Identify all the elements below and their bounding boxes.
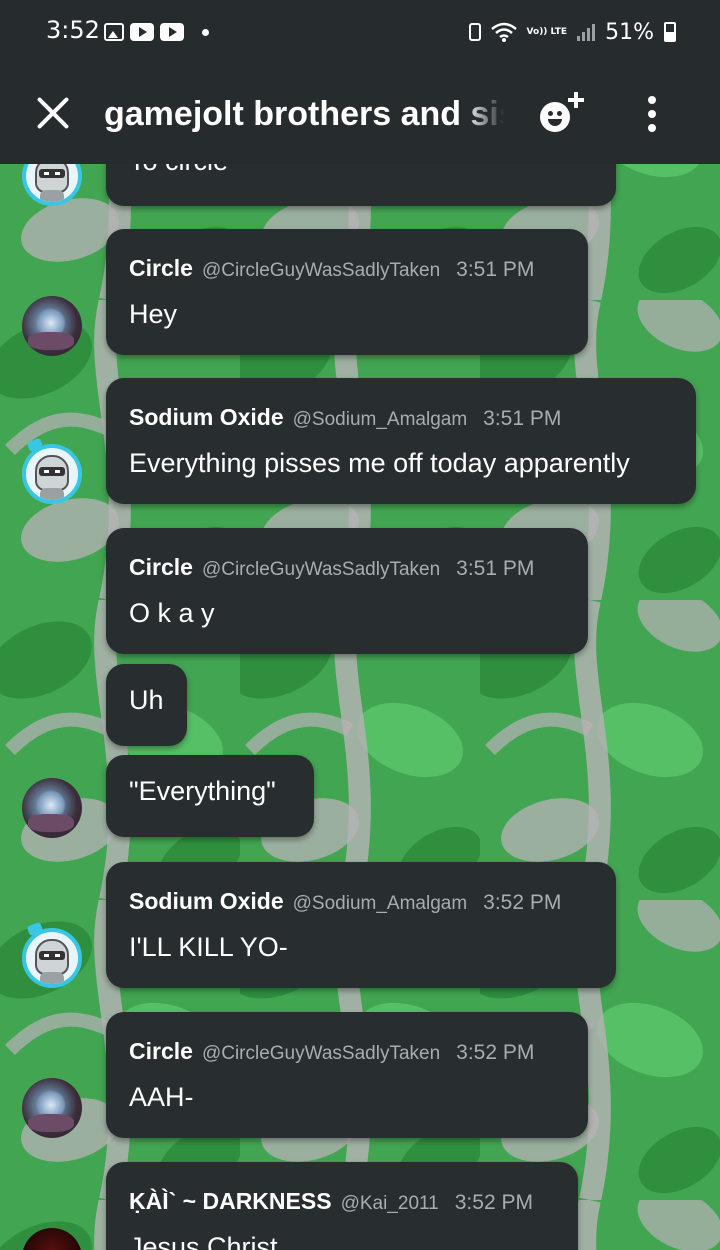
add-friend-icon[interactable] bbox=[538, 90, 586, 136]
youtube-icon bbox=[130, 23, 154, 41]
more-notifications-icon bbox=[202, 28, 209, 36]
close-icon[interactable] bbox=[34, 94, 72, 132]
message-text: Hey bbox=[129, 299, 178, 329]
message-text: "Everything" bbox=[129, 776, 276, 806]
signal-icon bbox=[577, 23, 596, 41]
message-header: Sodium Oxide @Sodium_Amalgam 3:51 PM bbox=[129, 404, 561, 431]
more-vertical-icon[interactable] bbox=[642, 94, 662, 134]
message-time: 3:51 PM bbox=[456, 557, 535, 580]
message-text: O k a y bbox=[129, 598, 215, 628]
circle-avatar[interactable] bbox=[22, 1078, 82, 1138]
author-handle[interactable]: @Sodium_Amalgam bbox=[293, 893, 468, 915]
top-app-bar: gamejolt brothers and sisters bbox=[0, 62, 720, 164]
circle-avatar[interactable] bbox=[22, 778, 82, 838]
message-bubble[interactable]: Circle @CircleGuyWasSadlyTaken 3:51 PM H… bbox=[106, 229, 588, 355]
message-header: Circle @CircleGuyWasSadlyTaken 3:52 PM bbox=[129, 1038, 534, 1065]
circle-avatar[interactable] bbox=[22, 296, 82, 356]
message-header: Circle @CircleGuyWasSadlyTaken 3:51 PM bbox=[129, 255, 534, 282]
message-bubble[interactable]: Uh bbox=[106, 664, 187, 746]
chat-title: gamejolt brothers and sisters bbox=[104, 95, 504, 133]
author-handle[interactable]: @CircleGuyWasSadlyTaken bbox=[202, 1043, 440, 1065]
message-bubble[interactable]: Circle @CircleGuyWasSadlyTaken 3:51 PM O… bbox=[106, 528, 588, 654]
message-header: Circle @CircleGuyWasSadlyTaken 3:51 PM bbox=[129, 554, 534, 581]
message-text: Jesus Christ bbox=[129, 1232, 278, 1250]
author-handle[interactable]: @CircleGuyWasSadlyTaken bbox=[202, 260, 440, 282]
message-bubble[interactable]: Circle @CircleGuyWasSadlyTaken 3:52 PM A… bbox=[106, 1012, 588, 1138]
message-text: I'LL KILL YO- bbox=[129, 932, 288, 962]
message-text: AAH- bbox=[129, 1082, 194, 1112]
battery-percent: 51% bbox=[605, 19, 654, 45]
message-text: Everything pisses me off today apparentl… bbox=[129, 448, 630, 478]
message-text: Uh bbox=[129, 685, 164, 715]
chat-title-container[interactable]: gamejolt brothers and sisters bbox=[104, 90, 504, 140]
author-name[interactable]: Sodium Oxide bbox=[129, 404, 284, 431]
message-bubble[interactable]: ḲÀÌ` ~ DARKNESS @Kai_2011 3:52 PM Jesus … bbox=[106, 1162, 578, 1250]
message-time: 3:52 PM bbox=[454, 1191, 533, 1214]
status-bar: 3:52 Vo)) LTE 51% bbox=[0, 0, 720, 62]
message-time: 3:52 PM bbox=[456, 1041, 535, 1064]
battery-icon bbox=[664, 22, 676, 42]
sodium-oxide-avatar[interactable] bbox=[22, 928, 82, 988]
gallery-icon bbox=[104, 23, 124, 41]
volte-label: Vo)) LTE bbox=[526, 26, 568, 37]
author-name[interactable]: Circle bbox=[129, 554, 193, 581]
author-handle[interactable]: @Sodium_Amalgam bbox=[293, 409, 468, 431]
message-time: 3:51 PM bbox=[483, 407, 562, 430]
youtube-icon bbox=[160, 23, 184, 41]
author-handle[interactable]: @CircleGuyWasSadlyTaken bbox=[202, 559, 440, 581]
author-name[interactable]: Circle bbox=[129, 255, 193, 282]
author-name[interactable]: Circle bbox=[129, 1038, 193, 1065]
message-header: ḲÀÌ` ~ DARKNESS @Kai_2011 3:52 PM bbox=[129, 1188, 533, 1215]
author-name[interactable]: ḲÀÌ` ~ DARKNESS bbox=[129, 1188, 332, 1215]
message-bubble[interactable]: "Everything" bbox=[106, 755, 314, 837]
battery-saver-icon bbox=[468, 23, 481, 41]
wifi-icon bbox=[490, 22, 517, 42]
author-handle[interactable]: @Kai_2011 bbox=[341, 1193, 439, 1215]
message-time: 3:51 PM bbox=[456, 258, 535, 281]
message-bubble[interactable]: Sodium Oxide @Sodium_Amalgam 3:52 PM I'L… bbox=[106, 862, 616, 988]
status-time: 3:52 bbox=[46, 16, 100, 44]
system-icons: Vo)) LTE 51% bbox=[468, 18, 676, 46]
sodium-oxide-avatar[interactable] bbox=[22, 444, 82, 504]
message-header: Sodium Oxide @Sodium_Amalgam 3:52 PM bbox=[129, 888, 561, 915]
message-time: 3:52 PM bbox=[483, 891, 562, 914]
author-name[interactable]: Sodium Oxide bbox=[129, 888, 284, 915]
notification-icons bbox=[104, 22, 209, 42]
message-bubble[interactable]: Sodium Oxide @Sodium_Amalgam 3:51 PM Eve… bbox=[106, 378, 696, 504]
